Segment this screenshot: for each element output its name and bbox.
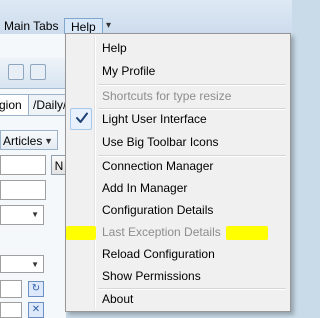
text-field-1[interactable]: [0, 155, 46, 175]
menu-item-reload-configuration[interactable]: Reload Configuration: [68, 243, 288, 265]
menu-item-help[interactable]: Help: [68, 37, 288, 59]
tab-region-label: gion: [0, 98, 22, 112]
text-field-4[interactable]: [0, 302, 22, 318]
menu-item-label: About: [102, 292, 134, 306]
menu-item-connection-manager[interactable]: Connection Manager: [68, 155, 288, 177]
menu-main-tabs[interactable]: Main Tabs: [4, 18, 58, 34]
text-field-2[interactable]: [0, 180, 46, 200]
dropdown-arrow-icon: ▼: [44, 136, 53, 146]
toolbar: [0, 58, 66, 89]
menu-item-label: Last Exception Details: [102, 225, 221, 239]
menu-item-light-user-interface[interactable]: Light User Interface: [68, 108, 288, 130]
menu-item-label: Add In Manager: [102, 181, 188, 195]
toolbar-separator-icon: [8, 64, 24, 80]
menu-item-shortcuts-type-resize: Shortcuts for type resize: [68, 85, 288, 107]
menu-item-label: Use Big Toolbar Icons: [102, 135, 219, 149]
combo-box-2[interactable]: ▼: [0, 255, 44, 273]
menu-item-label: Connection Manager: [102, 159, 214, 173]
menu-item-label: My Profile: [102, 64, 156, 78]
close-icon[interactable]: ✕: [28, 302, 44, 318]
tab-daily-label: /Daily/: [33, 98, 67, 112]
articles-dropdown-label: Articles: [3, 134, 43, 148]
refresh-icon[interactable]: ↻: [28, 281, 44, 297]
chevron-down-icon[interactable]: ▾: [106, 20, 111, 31]
menu-item-add-in-manager[interactable]: Add In Manager: [68, 177, 288, 199]
binoculars-icon[interactable]: [30, 64, 46, 80]
combo-box-1[interactable]: ▼: [0, 205, 44, 225]
dropdown-arrow-icon: ▼: [31, 260, 39, 269]
check-mark-box: [70, 108, 92, 130]
menu-item-label: Shortcuts for type resize: [102, 89, 232, 103]
menubar: Main Tabs Help ▾: [0, 0, 292, 35]
menu-item-label: Light User Interface: [102, 112, 207, 126]
menu-item-configuration-details[interactable]: Configuration Details: [68, 199, 288, 221]
menu-item-use-big-toolbar-icons[interactable]: Use Big Toolbar Icons: [68, 131, 288, 153]
dropdown-arrow-icon: ▼: [31, 210, 39, 219]
text-field-3[interactable]: [0, 280, 22, 298]
menu-item-last-exception-details: Last Exception Details: [68, 221, 288, 243]
menu-item-label: Show Permissions: [102, 269, 201, 283]
tab-daily[interactable]: /Daily/: [28, 94, 70, 116]
menu-item-label: Reload Configuration: [102, 247, 215, 261]
help-menu: Help My Profile Shortcuts for type resiz…: [65, 33, 291, 312]
menu-item-label: Help: [102, 41, 127, 55]
menu-item-about[interactable]: About: [68, 288, 288, 310]
menu-item-label: Configuration Details: [102, 203, 214, 217]
menu-item-show-permissions[interactable]: Show Permissions: [68, 265, 288, 287]
check-icon: [76, 112, 88, 123]
articles-dropdown[interactable]: Articles ▼: [0, 130, 58, 150]
menu-item-my-profile[interactable]: My Profile: [68, 60, 288, 82]
